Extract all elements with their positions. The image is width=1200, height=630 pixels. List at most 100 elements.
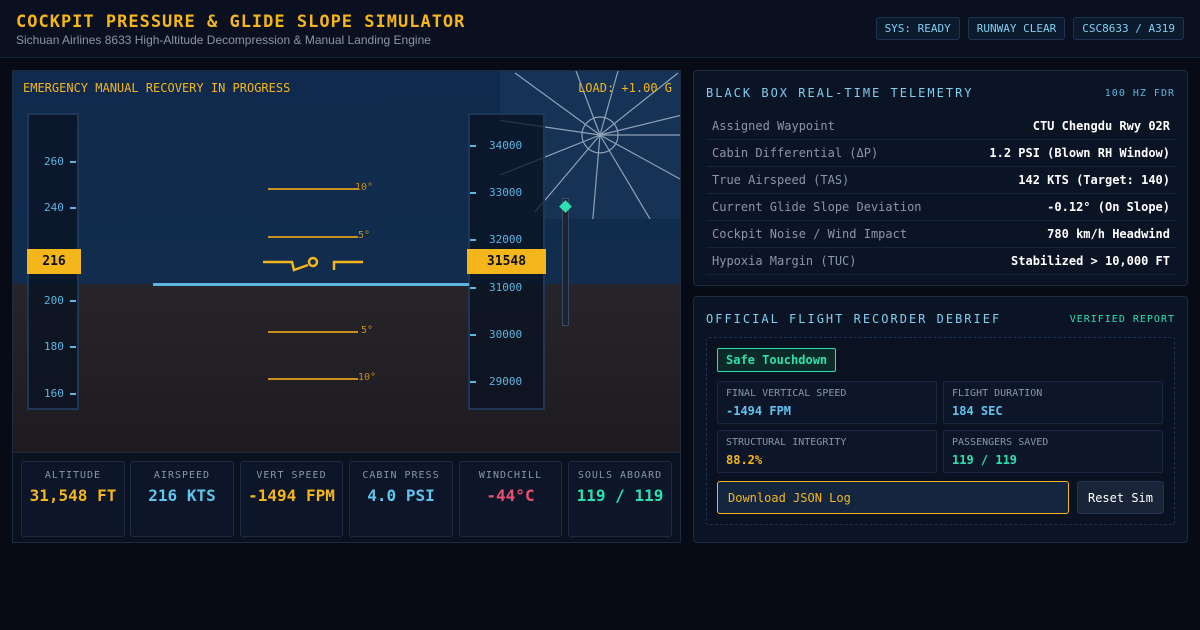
instrument-label: ALTITUDE bbox=[44, 470, 102, 481]
altitude-tick-label: 30000 bbox=[489, 328, 523, 341]
stat-label: STRUCTURAL INTEGRITY bbox=[726, 437, 847, 448]
altitude-tick-label: 34000 bbox=[489, 139, 523, 152]
altitude-tick-label: 29000 bbox=[489, 375, 523, 388]
stat-value: -1494 FPM bbox=[726, 404, 792, 418]
telemetry-value: 142 KTS (Target: 140) bbox=[1018, 173, 1170, 187]
instrument-value: 216 KTS bbox=[148, 486, 216, 505]
souls-aboard-readout: SOULS ABOARD 119 / 119 bbox=[568, 461, 672, 537]
instrument-readouts: ALTITUDE 31,548 FT AIRSPEED 216 KTS VERT… bbox=[13, 452, 680, 542]
reset-sim-button[interactable]: Reset Sim bbox=[1077, 481, 1164, 514]
app-title: COCKPIT PRESSURE & GLIDE SLOPE SIMULATOR bbox=[16, 12, 466, 32]
result-badge: Safe Touchdown bbox=[717, 348, 837, 372]
altitude-tick-mark bbox=[470, 239, 476, 241]
telemetry-row: Cockpit Noise / Wind Impact 780 km/h Hea… bbox=[706, 221, 1176, 248]
speed-tick-label: 180 bbox=[44, 340, 64, 353]
pitch-line bbox=[268, 236, 358, 238]
vertical-speed-readout: VERT SPEED -1494 FPM bbox=[240, 461, 343, 537]
status-badges: SYS: READY RUNWAY CLEAR CSC8633 / A319 bbox=[875, 17, 1184, 40]
telemetry-panel: BLACK BOX REAL-TIME TELEMETRY 100 HZ FDR… bbox=[693, 70, 1188, 286]
telemetry-value: 780 km/h Headwind bbox=[1047, 227, 1170, 241]
telemetry-value: CTU Chengdu Rwy 02R bbox=[1032, 119, 1170, 133]
altitude-tick-label: 32000 bbox=[489, 233, 523, 246]
instrument-label: WINDCHILL bbox=[478, 470, 543, 481]
speed-tick-mark bbox=[70, 300, 76, 302]
telemetry-key: True Airspeed (TAS) bbox=[712, 173, 850, 187]
altitude-tick-mark bbox=[470, 334, 476, 336]
instrument-value: -44°C bbox=[486, 486, 535, 505]
instrument-value: -1494 FPM bbox=[248, 486, 335, 505]
current-airspeed-box: 216 bbox=[27, 249, 81, 274]
telemetry-table: Assigned Waypoint CTU Chengdu Rwy 02R Ca… bbox=[706, 113, 1176, 275]
instrument-label: SOULS ABOARD bbox=[577, 470, 663, 481]
g-load-readout: LOAD: +1.00 G bbox=[578, 81, 672, 95]
debrief-panel: OFFICIAL FLIGHT RECORDER DEBRIEF VERIFIE… bbox=[693, 296, 1188, 543]
telemetry-value: -0.12° (On Slope) bbox=[1047, 200, 1170, 214]
altitude-tick-mark bbox=[470, 287, 476, 289]
altitude-tick-mark bbox=[470, 381, 476, 383]
glide-slope-indicator bbox=[562, 198, 569, 326]
stat-label: FLIGHT DURATION bbox=[952, 388, 1043, 399]
speed-tick-label: 260 bbox=[44, 155, 64, 168]
pitch-line bbox=[268, 331, 358, 333]
speed-tick-mark bbox=[70, 161, 76, 163]
instrument-value: 31,548 FT bbox=[29, 486, 117, 505]
pitch-label: 5° bbox=[361, 325, 374, 336]
pitch-line bbox=[268, 378, 358, 380]
recovery-status-message: EMERGENCY MANUAL RECOVERY IN PROGRESS bbox=[23, 81, 291, 95]
verified-report-tag: VERIFIED REPORT bbox=[1069, 314, 1175, 325]
telemetry-key: Cockpit Noise / Wind Impact bbox=[712, 227, 908, 241]
telemetry-row: Hypoxia Margin (TUC) Stabilized > 10,000… bbox=[706, 248, 1176, 275]
telemetry-value: Stabilized > 10,000 FT bbox=[1011, 254, 1170, 268]
download-json-button[interactable]: Download JSON Log bbox=[717, 481, 1069, 514]
cabin-pressure-readout: CABIN PRESS 4.0 PSI bbox=[349, 461, 453, 537]
runway-status-badge: RUNWAY CLEAR bbox=[967, 17, 1066, 40]
pitch-label: 10° bbox=[355, 182, 374, 193]
telemetry-rate-tag: 100 HZ FDR bbox=[1104, 88, 1175, 99]
attitude-view: EMERGENCY MANUAL RECOVERY IN PROGRESS LO… bbox=[13, 71, 680, 452]
instrument-label: AIRSPEED bbox=[153, 470, 211, 481]
stat-card: STRUCTURAL INTEGRITY 88.2% bbox=[717, 430, 937, 473]
windchill-readout: WINDCHILL -44°C bbox=[459, 461, 562, 537]
pitch-label: 5° bbox=[358, 230, 371, 241]
pitch-label: 10° bbox=[358, 372, 377, 383]
speed-tick-mark bbox=[70, 346, 76, 348]
instrument-value: 4.0 PSI bbox=[367, 486, 435, 505]
stat-card: PASSENGERS SAVED 119 / 119 bbox=[943, 430, 1163, 473]
app-header: COCKPIT PRESSURE & GLIDE SLOPE SIMULATOR… bbox=[0, 0, 1200, 58]
debrief-report: Safe Touchdown FINAL VERTICAL SPEED -149… bbox=[706, 337, 1175, 525]
instrument-value: 119 / 119 bbox=[576, 486, 664, 505]
ground-background bbox=[13, 284, 680, 452]
instrument-label: CABIN PRESS bbox=[362, 470, 440, 481]
horizon-line bbox=[153, 283, 469, 286]
cockpit-display: EMERGENCY MANUAL RECOVERY IN PROGRESS LO… bbox=[12, 70, 681, 543]
telemetry-key: Assigned Waypoint bbox=[712, 119, 835, 133]
speed-tick-mark bbox=[70, 207, 76, 209]
stat-card: FINAL VERTICAL SPEED -1494 FPM bbox=[717, 381, 937, 424]
speed-tick-label: 160 bbox=[44, 387, 64, 400]
debrief-title: OFFICIAL FLIGHT RECORDER DEBRIEF bbox=[706, 312, 1002, 326]
speed-tick-mark bbox=[70, 393, 76, 395]
telemetry-key: Cabin Differential (ΔP) bbox=[712, 146, 879, 160]
telemetry-key: Current Glide Slope Deviation bbox=[712, 200, 922, 214]
current-altitude-box: 31548 bbox=[467, 249, 546, 274]
telemetry-row: Assigned Waypoint CTU Chengdu Rwy 02R bbox=[706, 113, 1176, 140]
telemetry-row: True Airspeed (TAS) 142 KTS (Target: 140… bbox=[706, 167, 1176, 194]
telemetry-value: 1.2 PSI (Blown RH Window) bbox=[989, 146, 1170, 160]
aircraft-symbol-icon bbox=[262, 253, 366, 279]
altitude-tick-label: 31000 bbox=[489, 281, 523, 294]
instrument-label: VERT SPEED bbox=[256, 470, 327, 481]
stat-card: FLIGHT DURATION 184 SEC bbox=[943, 381, 1163, 424]
telemetry-key: Hypoxia Margin (TUC) bbox=[712, 254, 857, 268]
pitch-line bbox=[268, 188, 358, 190]
altitude-tick-mark bbox=[470, 192, 476, 194]
speed-tick-label: 200 bbox=[44, 294, 64, 307]
telemetry-row: Cabin Differential (ΔP) 1.2 PSI (Blown R… bbox=[706, 140, 1176, 167]
telemetry-title: BLACK BOX REAL-TIME TELEMETRY bbox=[706, 86, 974, 100]
telemetry-row: Current Glide Slope Deviation -0.12° (On… bbox=[706, 194, 1176, 221]
altitude-tick-label: 33000 bbox=[489, 186, 523, 199]
stat-label: FINAL VERTICAL SPEED bbox=[726, 388, 847, 399]
stat-value: 119 / 119 bbox=[952, 453, 1018, 467]
altitude-readout: ALTITUDE 31,548 FT bbox=[21, 461, 125, 537]
stat-label: PASSENGERS SAVED bbox=[952, 437, 1049, 448]
speed-tick-label: 240 bbox=[44, 201, 64, 214]
